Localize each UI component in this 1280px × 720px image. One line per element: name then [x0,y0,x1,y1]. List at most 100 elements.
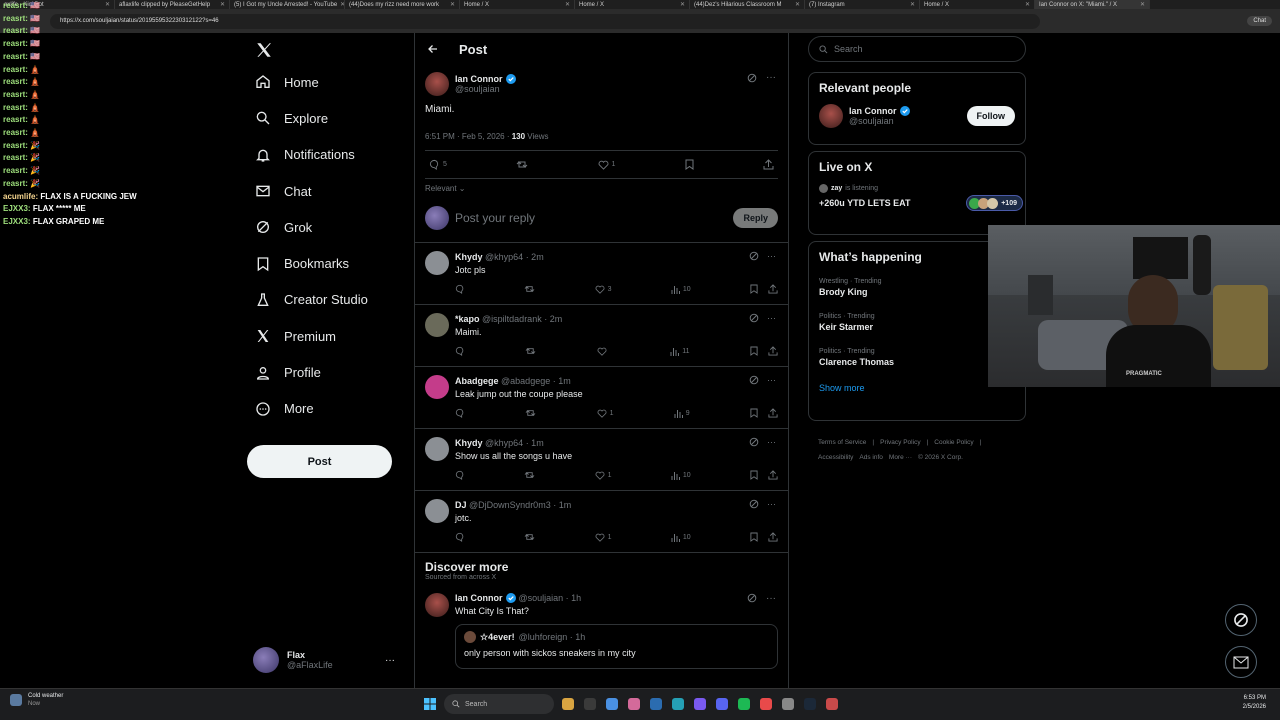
like-action[interactable]: 1 [598,160,615,170]
windows-start-icon[interactable] [424,698,436,710]
reply-handle[interactable]: @DjDownSyndr0m3 · 1m [469,500,571,510]
reply-author[interactable]: Khydy [455,252,483,262]
copilot-icon[interactable] [628,698,640,710]
trend-item[interactable]: Wrestling · Trending Brody King [819,278,1015,297]
repost-action[interactable] [524,532,535,542]
bookmark-icon[interactable] [750,346,758,356]
quote-post[interactable]: ☆4ever! @luhforeign · 1h only person with… [455,624,778,669]
sidebar-item-more[interactable]: More [247,391,407,427]
share-icon[interactable] [768,284,778,294]
heart-action[interactable]: 1 [597,409,614,418]
follow-button[interactable]: Follow [966,106,1015,126]
trend-item[interactable]: Politics · Trending Clarence Thomas [819,348,1015,367]
browser-tab[interactable]: (44)Dez's Hilarious Classroom M ✕ [690,0,805,9]
reply-handle[interactable]: @abadgege · 1m [501,376,571,386]
sidebar-item-bookmarks[interactable]: Bookmarks [247,245,407,281]
footer-link[interactable]: © 2026 X Corp. [918,454,963,461]
author-handle[interactable]: @souljaian [455,84,516,94]
show-more-link[interactable]: Show more [819,383,1015,393]
browser-tab[interactable]: (5) I Got my Uncle Arrested! - YouTube ✕ [230,0,345,9]
reply-handle[interactable]: @khyp64 · 2m [485,252,544,262]
browser-tab[interactable]: Home / X ✕ [920,0,1035,9]
footer-link[interactable]: More ··· [889,454,912,461]
footer-link[interactable]: Ads info [859,454,883,461]
sidebar-item-chat[interactable]: Chat [247,173,407,209]
sidebar-item-explore[interactable]: Explore [247,100,407,136]
bookmark-icon[interactable] [750,284,758,294]
bookmark-icon[interactable] [750,470,758,480]
reply-post[interactable]: DJ @DjDownSyndr0m3 · 1m jotc. ··· 1 10 [415,491,788,553]
taskbar-search[interactable]: Search [444,694,554,714]
reply-author[interactable]: Abadgege [455,376,499,386]
avatar[interactable] [425,593,449,617]
views-action[interactable]: 10 [671,533,691,542]
footer-link[interactable]: Privacy Policy [880,439,920,446]
more-dots-icon[interactable]: ··· [767,375,776,385]
account-switcher[interactable]: Flax @aFlaxLife ··· [253,645,403,675]
reply-author[interactable]: DJ [455,500,467,510]
back-arrow-icon[interactable] [427,43,439,55]
steam-icon[interactable] [804,698,816,710]
grok-icon[interactable] [749,499,759,509]
spotify-icon[interactable] [738,698,750,710]
close-tab-icon[interactable]: ✕ [565,1,570,8]
author-handle[interactable]: @souljaian · 1h [519,593,582,603]
reply-post[interactable]: Abadgege @abadgege · 1m Leak jump out the… [415,367,788,429]
heart-action[interactable]: 1 [595,471,612,480]
live-listeners[interactable]: +109 [966,195,1023,211]
bookmark-icon[interactable] [750,408,758,418]
app-icon[interactable] [782,698,794,710]
grok-icon[interactable] [749,313,759,323]
sidebar-item-premium[interactable]: Premium [247,318,407,354]
edge-icon[interactable] [672,698,684,710]
avatar[interactable] [425,251,449,275]
reply-button[interactable]: Reply [733,208,778,228]
messages-float-button[interactable] [1225,646,1257,678]
views-action[interactable]: 9 [674,409,690,418]
more-dots-icon[interactable]: ··· [766,72,776,83]
avatar[interactable] [819,104,843,128]
search-input[interactable]: Search [808,36,1026,62]
browser-tab[interactable]: (44)Does my rizz need more work ✕ [345,0,460,9]
browser-chat-button[interactable]: Chat [1247,16,1272,26]
store-icon[interactable] [650,698,662,710]
views-action[interactable]: 10 [671,471,691,480]
grok-icon[interactable] [747,593,757,604]
chrome-icon[interactable] [606,698,618,710]
bookmark-icon[interactable] [685,159,694,170]
more-dots-icon[interactable]: ··· [767,251,776,261]
more-dots-icon[interactable]: ··· [767,313,776,323]
more-dots-icon[interactable]: ··· [385,655,395,666]
reply-action[interactable] [455,284,465,294]
grok-icon[interactable] [749,375,759,385]
reply-handle[interactable]: @ispiltdadrank · 2m [482,314,562,324]
share-icon[interactable] [768,532,778,542]
avatar[interactable] [425,375,449,399]
obs-icon[interactable] [694,698,706,710]
repost-action[interactable] [525,346,536,356]
post-button[interactable]: Post [247,445,392,478]
app-icon[interactable] [760,698,772,710]
share-icon[interactable] [763,159,774,170]
reply-input[interactable]: Post your reply [455,211,535,225]
repost-action[interactable] [525,408,536,418]
reply-post[interactable]: *kapo @ispiltdadrank · 2m Maimi. ··· 11 [415,305,788,367]
share-icon[interactable] [768,346,778,356]
reply-author[interactable]: Khydy [455,438,483,448]
footer-link[interactable]: Cookie Policy [934,439,973,446]
author-name[interactable]: Ian Connor [455,593,503,603]
app-icon[interactable] [826,698,838,710]
sidebar-item-home[interactable]: Home [247,64,407,100]
close-tab-icon[interactable]: ✕ [1025,1,1030,8]
more-dots-icon[interactable]: ··· [766,593,776,604]
more-dots-icon[interactable]: ··· [767,499,776,509]
weather-widget[interactable]: Cold weather Now [10,692,63,708]
reply-action[interactable]: 5 [429,159,447,170]
clock[interactable]: 6:53 PM 2/5/2026 [1243,694,1266,712]
heart-action[interactable]: 3 [595,285,612,294]
reply-action[interactable] [455,470,465,480]
repost-icon[interactable] [516,159,528,170]
grok-float-button[interactable] [1225,604,1257,636]
close-tab-icon[interactable]: ✕ [795,1,800,8]
share-icon[interactable] [768,470,778,480]
